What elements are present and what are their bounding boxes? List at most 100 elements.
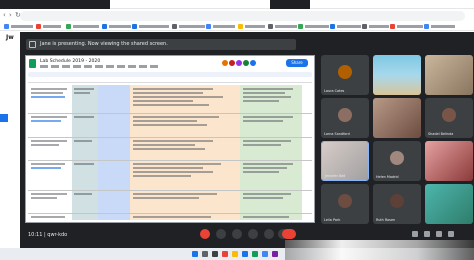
participant-tile[interactable] [373,98,421,138]
meeting-code: qwr-kdo [47,232,68,238]
sheet-toolbar [28,72,312,77]
captions-icon[interactable] [232,229,242,239]
participant-video [425,55,473,95]
cell-text [74,92,90,94]
desktop-strip [0,32,20,248]
screen: ‹ › ↻ Jw Jane is presenting. Now viewing… [0,0,474,260]
participant-tile[interactable] [425,184,473,224]
cell-text [133,116,219,118]
cell-text [31,144,59,146]
cell-text [243,167,287,169]
cell-text [31,140,67,142]
avatar [390,151,404,165]
avatar [338,108,352,122]
chat-icon[interactable] [436,231,442,237]
participant-video [373,98,421,138]
cell-text [243,171,279,173]
app-icon[interactable] [222,251,228,257]
mic-off-icon[interactable] [200,229,210,239]
activities-icon[interactable] [448,231,454,237]
participant-tile[interactable]: Ruth Rosen [373,184,421,224]
clock-time: 10:11 [28,232,43,238]
row-divider [28,213,312,214]
cell-text [31,197,57,199]
collaborator-avatars [222,60,272,66]
cell-text [133,120,197,122]
avatar [236,60,242,66]
cell-text [133,171,213,173]
participant-name: Helen Madrid [376,175,399,179]
row-divider [28,160,312,161]
participant-name: Shadel Belinda [428,132,454,136]
cell-link[interactable] [31,120,61,122]
participant-tile[interactable]: Lorna Sandford [321,98,369,138]
cell-text [243,144,281,146]
avatar [229,60,235,66]
cell-text [133,92,203,94]
cell-text [31,193,67,195]
cell-text [243,96,291,98]
camera-icon[interactable] [216,229,226,239]
participant-tile[interactable]: Shadel Belinda [425,98,473,138]
formula-bar [28,78,312,83]
folder-icon[interactable] [232,251,238,257]
cell-text [31,116,67,118]
cell-text [133,104,209,106]
participant-tile[interactable] [373,55,421,95]
shared-screen: Lab Schedule 2019 - 2020 Share [25,55,315,223]
app-icon[interactable] [272,251,278,257]
cell-text [243,216,289,218]
app-icon[interactable] [252,251,258,257]
participant-video [425,184,473,224]
column-f [302,85,312,220]
app-icon[interactable] [242,251,248,257]
cell-text [74,88,94,90]
row-divider [28,137,312,138]
cell-text [243,193,291,195]
cell-text [133,96,223,98]
participant-tile[interactable] [425,55,473,95]
participant-tile[interactable]: Jennifer Bell [321,141,369,181]
presentation-banner: Jane is presenting. Now viewing the shar… [26,39,296,50]
cell-text [133,163,221,165]
cell-text [133,175,191,177]
cell-text [243,163,293,165]
participant-tile[interactable] [425,141,473,181]
end-call-icon[interactable] [282,229,296,239]
cell-text [133,167,203,169]
share-button[interactable]: Share [286,59,308,67]
sheets-icon [29,59,36,68]
people-icon[interactable] [424,231,430,237]
participant-tile[interactable]: Laura Cates [321,55,369,95]
cell-text [133,197,199,199]
avatar [222,60,228,66]
present-icon[interactable] [248,229,258,239]
participant-name: Lorna Sandford [324,132,350,136]
cell-link[interactable] [31,96,65,98]
raise-hand-icon[interactable] [264,229,274,239]
avatar [390,194,404,208]
search-icon[interactable] [202,251,208,257]
meeting-clock: 10:11 | qwr-kdo [28,232,68,238]
cell-text [31,216,65,218]
cell-text [74,140,92,142]
participant-tile[interactable]: Helen Madrid [373,141,421,181]
app-icon[interactable] [0,114,8,122]
participant-video [373,55,421,95]
row-divider [28,113,312,114]
windows-start-icon[interactable] [192,251,198,257]
cell-link[interactable] [31,167,61,169]
info-icon[interactable] [412,231,418,237]
avatar [442,108,456,122]
chrome-icon[interactable] [262,251,268,257]
address-bar[interactable] [20,11,465,21]
avatar [243,60,249,66]
cell-text [31,163,65,165]
participant-tile[interactable]: Leila Park [321,184,369,224]
avatar [338,194,352,208]
cell-text [133,100,193,102]
tab-strip-segment [270,0,310,9]
participant-name: Laura Cates [324,89,345,93]
cell-text [74,163,94,165]
task-view-icon[interactable] [212,251,218,257]
